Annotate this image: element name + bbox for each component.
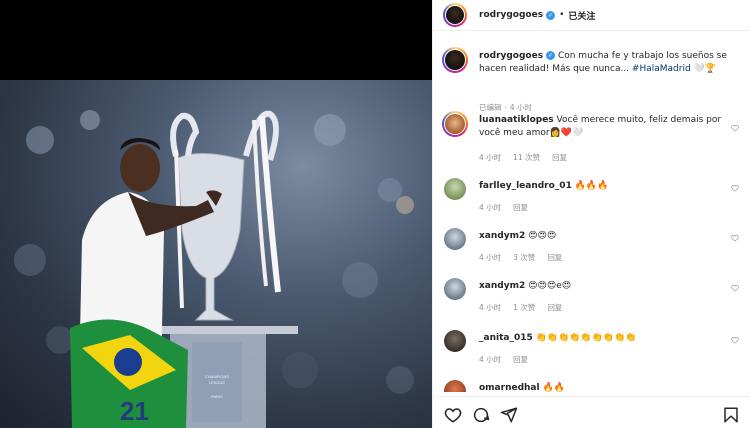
comment-time: 4 小时: [479, 203, 502, 212]
comment-username[interactable]: farlley_leandro_01: [479, 181, 572, 191]
photo-illustration: CHAMPIONS LEAGUE PARIS 21: [14, 110, 414, 428]
caption-verified-icon: ✓: [546, 51, 556, 60]
caption-text: rodrygogoes ✓ Con mucha fe y trabajo los …: [479, 50, 741, 76]
comment-time: 4 小时: [479, 303, 502, 312]
comment-body: 🔥🔥: [539, 383, 565, 392]
comment-likes[interactable]: 11 次赞: [513, 153, 540, 162]
comments-list[interactable]: rodrygogoes ✓ Con mucha fe y trabajo los …: [433, 32, 750, 392]
comment-avatar[interactable]: [442, 111, 468, 137]
caption-meta-dot: ·: [504, 103, 507, 112]
following-button[interactable]: 已关注: [568, 9, 595, 22]
pedestal-text-3: PARIS: [211, 394, 223, 399]
comment-avatar[interactable]: [444, 380, 466, 392]
comment-body: 😍😍😍e😍: [525, 281, 572, 291]
comment-text: farlley_leandro_01 🔥🔥🔥: [479, 180, 741, 193]
reply-button[interactable]: 回复: [547, 303, 562, 312]
comment-meta: 4 小时 3 次赞 回复: [479, 252, 574, 263]
comment-avatar[interactable]: [444, 178, 466, 200]
post-header: rodrygogoes ✓ • 已关注: [433, 0, 750, 31]
bookmark-icon[interactable]: [722, 406, 740, 424]
comment-time: 4 小时: [479, 153, 502, 162]
comment-meta: 4 小时 回复: [479, 354, 540, 365]
share-icon[interactable]: [500, 406, 518, 424]
comment-text: luanaatiklopes Você merece muito, feliz …: [479, 114, 741, 140]
comment-body: 👏👏👏👏👏👏👏👏👏: [532, 333, 637, 343]
author-username[interactable]: rodrygogoes: [479, 10, 543, 20]
comment-text: xandym2 😍😍😍: [479, 230, 741, 243]
reply-button[interactable]: 回复: [513, 355, 528, 364]
post-sidebar: rodrygogoes ✓ • 已关注 rodrygogoes ✓ Con muc…: [432, 0, 750, 428]
action-bar: [433, 396, 750, 428]
post-photo[interactable]: CHAMPIONS LEAGUE PARIS 21: [0, 80, 432, 428]
comment-body: 😍😍😍: [525, 231, 557, 241]
comment-text: omarnedhal 🔥🔥: [479, 382, 741, 392]
comment-body: 🔥🔥🔥: [571, 181, 609, 191]
verified-badge-icon: ✓: [546, 10, 556, 20]
reply-button[interactable]: 回复: [552, 153, 567, 162]
comment-like-icon[interactable]: [731, 234, 739, 242]
comment-username[interactable]: omarnedhal: [479, 383, 540, 392]
comment-meta: 4 小时 回复: [479, 202, 540, 213]
comment-username[interactable]: xandym2: [479, 231, 525, 241]
header-dot: •: [559, 10, 565, 20]
jersey-number: 21: [120, 396, 149, 426]
comment-username[interactable]: _anita_015: [479, 333, 533, 343]
comment-time: 4 小时: [479, 355, 502, 364]
caption-time: 4 小时: [509, 103, 533, 112]
comment-like-icon[interactable]: [731, 336, 739, 344]
comment-username[interactable]: xandym2: [479, 281, 525, 291]
comment-likes[interactable]: 1 次赞: [513, 303, 535, 312]
comment-avatar[interactable]: [444, 278, 466, 300]
comment-text: xandym2 😍😍😍e😍: [479, 280, 741, 293]
author-avatar[interactable]: [443, 3, 467, 27]
comment-avatar[interactable]: [444, 330, 466, 352]
comment-meta: 4 小时 1 次赞 回复: [479, 302, 574, 313]
comment-like-icon[interactable]: [731, 184, 739, 192]
comment-time: 4 小时: [479, 253, 502, 262]
pedestal-text-1: CHAMPIONS: [205, 374, 230, 379]
caption-hashtag[interactable]: #HalaMadrid: [632, 64, 691, 74]
caption-tail: 🤍🏆: [690, 64, 716, 74]
comment-avatar[interactable]: [444, 228, 466, 250]
reply-button[interactable]: 回复: [547, 253, 562, 262]
comment-likes[interactable]: 3 次赞: [513, 253, 535, 262]
comment-username[interactable]: luanaatiklopes: [479, 115, 554, 125]
caption-meta: 已编辑 · 4 小时: [479, 102, 544, 113]
heart-icon[interactable]: [444, 406, 462, 424]
instagram-post-view: CHAMPIONS LEAGUE PARIS 21 rodrygogoes ✓ …: [0, 0, 750, 428]
post-media[interactable]: CHAMPIONS LEAGUE PARIS 21: [0, 0, 432, 428]
caption-avatar[interactable]: [442, 47, 468, 73]
caption-username[interactable]: rodrygogoes: [479, 51, 543, 61]
pedestal-text-2: LEAGUE: [209, 380, 226, 385]
comment-like-icon[interactable]: [731, 124, 739, 132]
comment-icon[interactable]: [472, 406, 490, 424]
reply-button[interactable]: 回复: [513, 203, 528, 212]
comment-meta: 4 小时 11 次赞 回复: [479, 152, 579, 163]
comment-text: _anita_015 👏👏👏👏👏👏👏👏👏: [479, 332, 741, 345]
comment-like-icon[interactable]: [731, 284, 739, 292]
caption-edited: 已编辑: [479, 103, 502, 112]
